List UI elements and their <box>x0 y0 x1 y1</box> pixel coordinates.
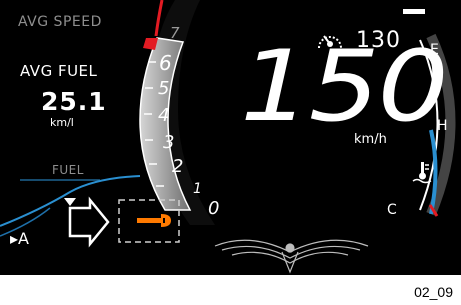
avg-fuel-value: 25.1 <box>41 87 107 116</box>
tach-label-0: 0 <box>208 198 220 219</box>
tach-label-6: 6 <box>159 51 172 75</box>
coolant-temperature-icon <box>411 160 433 189</box>
wrench-icon <box>117 198 181 249</box>
avg-fuel-unit: km/l <box>50 116 74 129</box>
gear-indicator: ▸A <box>10 229 29 248</box>
top-indicator-bar <box>403 9 425 14</box>
tach-label-2: 2 <box>172 156 184 177</box>
avg-fuel-label: AVG FUEL <box>20 62 98 80</box>
instrument-cluster: AVG SPEED AVG FUEL 25.1 km/l FUEL ▸A 0 1… <box>0 0 461 275</box>
speedometer-limiter-icon <box>314 28 346 57</box>
gear-arrow-icon: ▸ <box>10 229 19 248</box>
arrow-right-icon <box>60 196 112 253</box>
fuel-gauge-empty-label: E <box>430 42 439 58</box>
tach-label-3: 3 <box>163 132 175 153</box>
tach-label-5: 5 <box>158 78 170 99</box>
gear-indicator-letter: A <box>18 229 29 248</box>
tach-label-1: 1 <box>193 181 202 197</box>
tach-label-7: 7 <box>170 24 180 42</box>
speed-unit: km/h <box>354 132 387 147</box>
eagle-logo <box>214 239 369 274</box>
temp-gauge-low-label: C <box>387 202 397 218</box>
avg-speed-label: AVG SPEED <box>18 14 102 30</box>
figure-caption: 02_09 <box>414 284 453 300</box>
temp-gauge-high-label: H <box>437 118 448 134</box>
fuel-label: FUEL <box>52 163 84 177</box>
tach-label-4: 4 <box>158 105 170 126</box>
speed-limiter-value: 130 <box>356 28 401 53</box>
